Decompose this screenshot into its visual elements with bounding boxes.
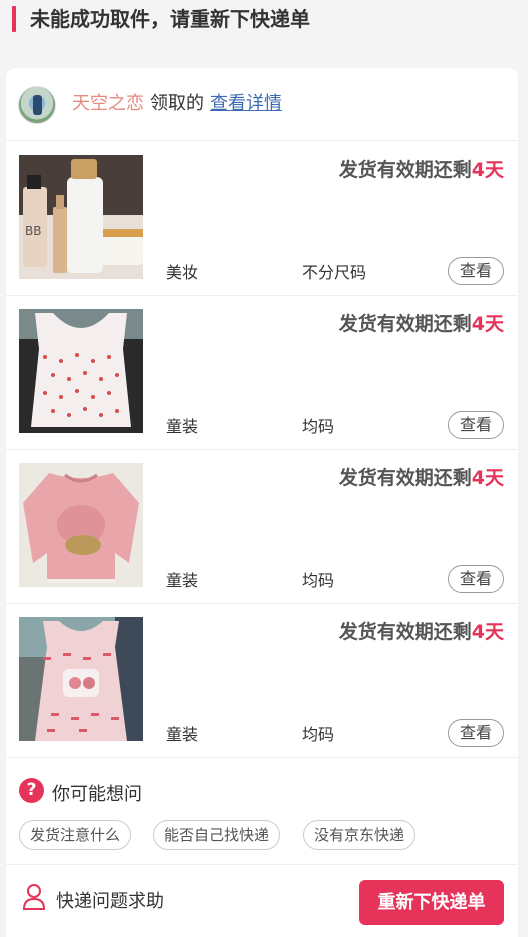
item-image-pink-sweater[interactable] xyxy=(19,463,143,587)
list-item: 发货有效期还剩4天 童装 均码 查看 xyxy=(6,449,518,604)
item-image-tank-top[interactable] xyxy=(19,309,143,433)
person-icon[interactable] xyxy=(22,883,46,911)
user-info: 天空之恋 领取的 查看详情 xyxy=(72,90,282,118)
item-category: 童装 xyxy=(166,417,199,436)
deadline-text: 发货有效期还剩4天 xyxy=(339,309,504,336)
deadline-days: 4天 xyxy=(471,313,504,335)
item-size: 均码 xyxy=(302,571,335,590)
deadline-label: 发货有效期还剩 xyxy=(338,621,472,643)
view-details-link[interactable]: 查看详情 xyxy=(210,93,282,114)
faq-title: 你可能想问 xyxy=(52,784,142,805)
item-category: 童装 xyxy=(166,571,199,590)
pickup-card: 天空之恋 领取的 查看详情 BB 发货有效期还剩4天 美妆 不分尺码 查看 发货… xyxy=(6,68,518,937)
view-button[interactable]: 查看 xyxy=(448,565,504,593)
item-category: 童装 xyxy=(166,725,199,744)
view-button[interactable]: 查看 xyxy=(448,257,504,285)
deadline-days: 4天 xyxy=(471,621,504,643)
bottom-bar: 快递问题求助 重新下快递单 xyxy=(6,865,518,937)
deadline-label: 发货有效期还剩 xyxy=(338,467,472,489)
question-icon: ? xyxy=(19,778,44,803)
faq-chip[interactable]: 发货注意什么 xyxy=(19,820,132,850)
view-button[interactable]: 查看 xyxy=(448,411,504,439)
reorder-button[interactable]: 重新下快递单 xyxy=(359,880,504,925)
svg-text:BB: BB xyxy=(25,224,41,238)
avatar[interactable] xyxy=(18,86,56,124)
item-size: 不分尺码 xyxy=(302,263,367,282)
list-item: BB 发货有效期还剩4天 美妆 不分尺码 查看 xyxy=(6,141,518,296)
item-image-pink-dress[interactable] xyxy=(19,617,143,741)
deadline-text: 发货有效期还剩4天 xyxy=(339,155,504,182)
page: 未能成功取件，请重新下快递单 天空之恋 领取的 查看详情 BB 发货有效期还剩4… xyxy=(0,0,528,937)
deadline-label: 发货有效期还剩 xyxy=(338,159,472,181)
item-size: 均码 xyxy=(302,725,335,744)
deadline-label: 发货有效期还剩 xyxy=(338,313,472,335)
help-link[interactable]: 快递问题求助 xyxy=(56,887,164,913)
faq-section: ? 你可能想问 发货注意什么 能否自己找快递 没有京东快递 xyxy=(6,758,518,865)
faq-chip[interactable]: 没有京东快递 xyxy=(303,820,416,850)
user-row: 天空之恋 领取的 查看详情 xyxy=(6,68,518,141)
header: 未能成功取件，请重新下快递单 xyxy=(0,0,528,40)
user-action-text: 领取的 xyxy=(150,93,204,114)
faq-chip[interactable]: 能否自己找快递 xyxy=(153,820,281,850)
item-category: 美妆 xyxy=(166,263,199,282)
deadline-text: 发货有效期还剩4天 xyxy=(339,617,504,644)
page-title: 未能成功取件，请重新下快递单 xyxy=(30,7,310,31)
user-name[interactable]: 天空之恋 xyxy=(72,93,144,114)
deadline-days: 4天 xyxy=(471,159,504,181)
view-button[interactable]: 查看 xyxy=(448,719,504,747)
item-image-cosmetics[interactable]: BB xyxy=(19,155,143,279)
list-item: 发货有效期还剩4天 童装 均码 查看 xyxy=(6,603,518,758)
accent-bar xyxy=(12,6,16,32)
deadline-days: 4天 xyxy=(471,467,504,489)
item-size: 均码 xyxy=(302,417,335,436)
list-item: 发货有效期还剩4天 童装 均码 查看 xyxy=(6,295,518,450)
deadline-text: 发货有效期还剩4天 xyxy=(339,463,504,490)
